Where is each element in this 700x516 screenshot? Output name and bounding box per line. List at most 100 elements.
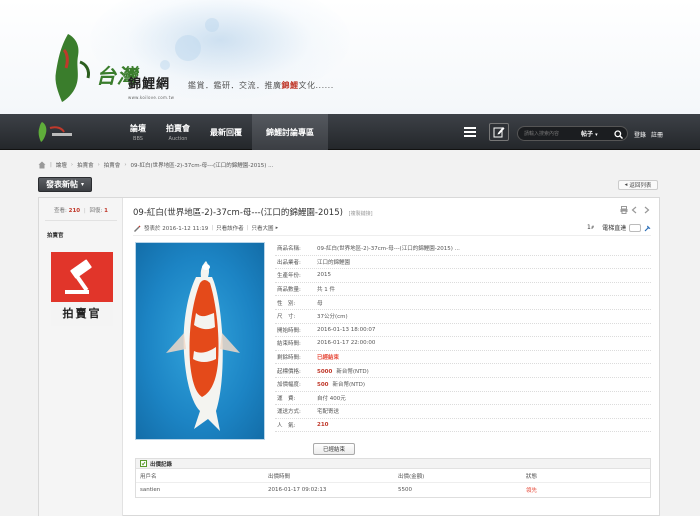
nav-items: 論壇 BBS 拍賣會 Auction 最新回覆 錦鯉討論專區 — [120, 114, 328, 150]
bid-time: 2016-01-17 09:02:13 — [268, 487, 327, 493]
search-input[interactable] — [524, 129, 576, 139]
main-navbar: 論壇 BBS 拍賣會 Auction 最新回覆 錦鯉討論專區 帖子 ▾ — [0, 114, 700, 150]
post-title: 09-紅白(世界地區-2)-37cm-母---(江口的錦鯉園-2015) [複製… — [133, 206, 373, 218]
auction-ended-button[interactable]: 已經結束 — [313, 443, 355, 455]
info-label: 性 別: — [277, 300, 296, 307]
register-link[interactable]: 註冊 — [651, 130, 663, 139]
stats-separator: | — [83, 208, 86, 214]
info-value: 母 — [317, 300, 323, 307]
floor-jump-input[interactable] — [629, 223, 642, 232]
bidder-name[interactable]: santien — [140, 487, 160, 493]
info-label: 結束時間: — [277, 341, 301, 348]
breadcrumb: | 論壇 › 拍賣會 › 拍賣會 › 09-紅白(世界地區-2)-37cm-母-… — [38, 160, 273, 170]
search-box: 帖子 ▾ — [517, 126, 628, 141]
prev-thread-icon[interactable] — [631, 206, 639, 214]
info-row-shipping-method: 運送方式: 宅配寄送 — [275, 405, 651, 419]
new-post-label: 發表新帖 — [45, 180, 78, 189]
table-row: santien 2016-01-17 09:02:13 5500 領先 — [136, 483, 650, 497]
info-value: 2015 — [317, 272, 331, 279]
post-meta: 發表於 2016-1-12 11:19 | 只看該作者 | 只看大圖 ▸ — [133, 224, 278, 232]
info-label: 加價幅度: — [277, 382, 301, 389]
menu-icon[interactable] — [460, 123, 480, 141]
column-header: 出價時間 — [268, 473, 291, 480]
edit-icon[interactable] — [489, 123, 509, 141]
info-label: 人 氣: — [277, 423, 296, 430]
nav-item-sub: BBS — [133, 135, 143, 142]
info-row-start-price: 起標價格: 5000 新台幣(NTD) — [275, 364, 651, 378]
info-value: 09-紅白(世界地區-2)-37cm-母---(江口的錦鯉園-2015) ... — [317, 246, 460, 253]
nav-item-sub: Auction — [168, 135, 188, 142]
pin-icon[interactable] — [644, 224, 652, 232]
search-button[interactable] — [612, 129, 624, 139]
info-label: 運 費: — [277, 395, 296, 402]
bid-records-columns: 用戶名 出價時間 出價(金額) 狀態 — [136, 469, 650, 483]
chevron-down-icon: ▾ — [80, 181, 84, 188]
nav-item-koi-discussion[interactable]: 錦鯉討論專區 — [252, 114, 328, 150]
search-icon — [613, 129, 623, 139]
info-row-shipping-fee: 運 費: 自付 400元 — [275, 392, 651, 406]
taiwan-logo-icon[interactable] — [46, 32, 94, 104]
only-author-link[interactable]: 只看該作者 — [216, 224, 244, 232]
banner-bubble — [205, 18, 219, 32]
breadcrumb-separator: › — [97, 162, 100, 168]
seller-link[interactable]: 江口的錦鯉園 — [317, 258, 350, 266]
new-post-button[interactable]: 發表新帖 ▾ — [38, 177, 92, 192]
koi-image — [166, 261, 240, 431]
info-row-quantity: 商品數量: 共 1 件 — [275, 283, 651, 297]
koi-photo[interactable] — [135, 242, 265, 440]
nav-item-latest-replies[interactable]: 最新回覆 — [200, 114, 252, 150]
nav-logo-icon[interactable] — [34, 120, 80, 144]
currency-label: 新台幣(NTD) — [336, 368, 369, 375]
breadcrumb-bbs[interactable]: 論壇 — [56, 161, 67, 169]
info-row-end-time: 結束時間: 2016-01-17 22:00:00 — [275, 337, 651, 351]
replies-label: 回復: — [89, 208, 103, 214]
breadcrumb-auction[interactable]: 拍賣會 — [77, 161, 94, 169]
print-icon[interactable] — [620, 206, 628, 214]
copy-link[interactable]: [複製鏈接] — [349, 211, 373, 217]
logo-title: 錦鯉網 — [128, 77, 171, 92]
post-content: 09-紅白(世界地區-2)-37cm-母---(江口的錦鯉園-2015) [複製… — [123, 198, 661, 516]
bid-amount: 5500 — [398, 487, 412, 493]
info-label: 運送方式: — [277, 409, 301, 416]
search-type-select[interactable]: 帖子 ▾ — [581, 129, 598, 138]
avatar[interactable]: 拍賣官 — [51, 252, 113, 326]
chevron-left-icon: ◂ — [624, 182, 628, 188]
breadcrumb-auction-board[interactable]: 拍賣會 — [104, 161, 121, 169]
nav-item-bbs[interactable]: 論壇 BBS — [120, 114, 156, 150]
floor-jump: 1 # 電梯直達 — [587, 223, 652, 232]
meta-divider — [133, 235, 651, 236]
info-label: 商品數量: — [277, 287, 301, 294]
only-big-image-link[interactable]: 只看大圖 — [252, 224, 274, 232]
floor-jump-label: 電梯直達 — [602, 225, 627, 232]
author-icon — [134, 225, 141, 232]
column-header: 出價(金額) — [398, 473, 425, 480]
info-row-increment: 加價幅度: 500 新台幣(NTD) — [275, 378, 651, 392]
login-link[interactable]: 登錄 — [634, 130, 646, 139]
info-label: 出品業者: — [277, 259, 301, 266]
info-label: 尺 寸: — [277, 314, 296, 321]
banner-bubble — [175, 35, 201, 61]
banner-slogan: 鑑賞．鑑研．交流．推廣錦鯉文化...... — [188, 81, 334, 90]
nav-item-auction[interactable]: 拍賣會 Auction — [156, 114, 200, 150]
status-badge: 已經結束 — [317, 355, 340, 362]
info-value: 共 1 件 — [317, 287, 335, 294]
home-icon[interactable] — [38, 161, 46, 169]
currency-label: 新台幣(NTD) — [332, 382, 365, 389]
nav-item-title: 拍賣會 — [166, 123, 190, 133]
next-thread-icon[interactable] — [642, 206, 650, 214]
info-row-seller: 出品業者: 江口的錦鯉園 — [275, 256, 651, 270]
info-label: 開始時間: — [277, 327, 301, 334]
sidebar-divider — [45, 220, 117, 221]
breadcrumb-current[interactable]: 09-紅白(世界地區-2)-37cm-母---(江口的錦鯉園-2015) ... — [131, 161, 274, 169]
info-row-gender: 性 別: 母 — [275, 296, 651, 310]
nav-item-title: 最新回覆 — [210, 127, 242, 137]
bid-status: 領先 — [526, 488, 538, 494]
logo-url: www.koilove.com.tw — [128, 95, 175, 100]
author-name[interactable]: 拍賣官 — [47, 231, 64, 239]
views-count: 210 — [68, 208, 81, 214]
avatar-label: 拍賣官 — [62, 307, 102, 320]
post-sidebar: 查看: 210 | 回復: 1 拍賣官 拍賣官 — [39, 198, 123, 516]
post-title-text: 09-紅白(世界地區-2)-37cm-母---(江口的錦鯉園-2015) — [133, 208, 343, 218]
info-value: 自付 400元 — [317, 395, 346, 402]
back-to-list-button[interactable]: ◂ 返回列表 — [618, 180, 658, 190]
